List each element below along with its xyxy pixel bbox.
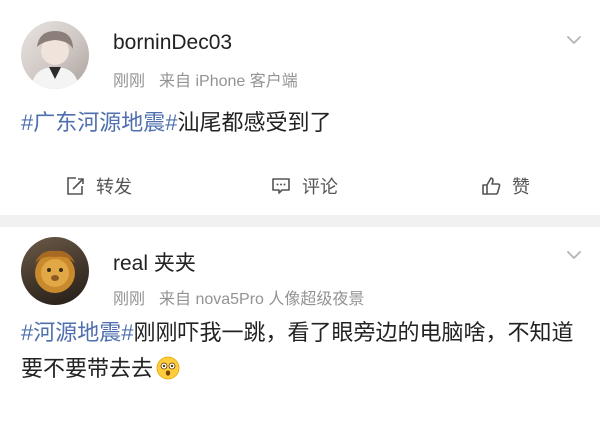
post-content: #广东河源地震#汕尾都感受到了	[21, 105, 576, 141]
post-content: #河源地震#刚刚吓我一跳，看了眼旁边的电脑啥，不知道要不要带去去	[21, 315, 576, 387]
post-source[interactable]: 来自 iPhone 客户端	[159, 73, 298, 90]
like-button[interactable]: 赞	[480, 173, 530, 199]
comment-button[interactable]: 评论	[270, 173, 338, 199]
avatar[interactable]	[21, 237, 89, 305]
post-source[interactable]: 来自 nova5Pro 人像超级夜景	[159, 291, 364, 308]
comment-icon	[272, 178, 290, 194]
username[interactable]: borninDec03	[113, 31, 232, 55]
hashtag-link[interactable]: #河源地震#	[21, 320, 133, 345]
post-meta: 刚刚 来自 iPhone 客户端	[113, 67, 298, 91]
like-icon	[482, 177, 501, 195]
hashtag-link[interactable]: #广东河源地震#	[21, 110, 177, 135]
weibo-post: borninDec03 刚刚 来自 iPhone 客户端 #广东河源地震#汕尾都感…	[0, 0, 600, 215]
weibo-post: real 夹夹 刚刚 来自 nova5Pro 人像超级夜景 #河源地震#刚刚吓我一…	[0, 227, 600, 421]
repost-button[interactable]: 转发	[64, 173, 132, 199]
repost-icon	[67, 177, 84, 195]
post-text: 汕尾都感受到了	[177, 110, 332, 135]
username[interactable]: real 夹夹	[113, 247, 196, 277]
chevron-down-icon[interactable]	[566, 247, 582, 263]
post-meta: 刚刚 来自 nova5Pro 人像超级夜景	[113, 285, 364, 309]
post-time: 刚刚	[113, 73, 146, 90]
chevron-down-icon[interactable]	[566, 32, 582, 48]
post-time: 刚刚	[113, 291, 146, 308]
comment-label: 评论	[302, 177, 338, 197]
like-label: 赞	[512, 177, 530, 197]
avatar[interactable]	[21, 21, 89, 89]
action-bar: 转发 评论 赞	[0, 163, 600, 207]
astonished-emoji-icon	[156, 356, 180, 380]
repost-label: 转发	[96, 177, 132, 197]
post-divider	[0, 215, 600, 227]
